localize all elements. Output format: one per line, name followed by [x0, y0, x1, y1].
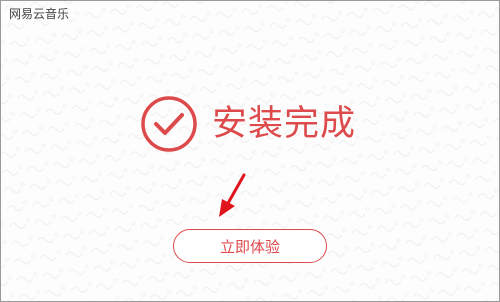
installer-window: 网易云音乐 安装完成 立即体验 [0, 0, 500, 302]
arrow-pointer-icon [219, 173, 246, 217]
install-complete-text: 安装完成 [212, 104, 357, 144]
check-circle-icon [141, 96, 197, 152]
window-title: 网易云音乐 [9, 7, 70, 21]
try-now-button[interactable]: 立即体验 [173, 229, 327, 263]
install-status: 安装完成 [139, 93, 356, 155]
